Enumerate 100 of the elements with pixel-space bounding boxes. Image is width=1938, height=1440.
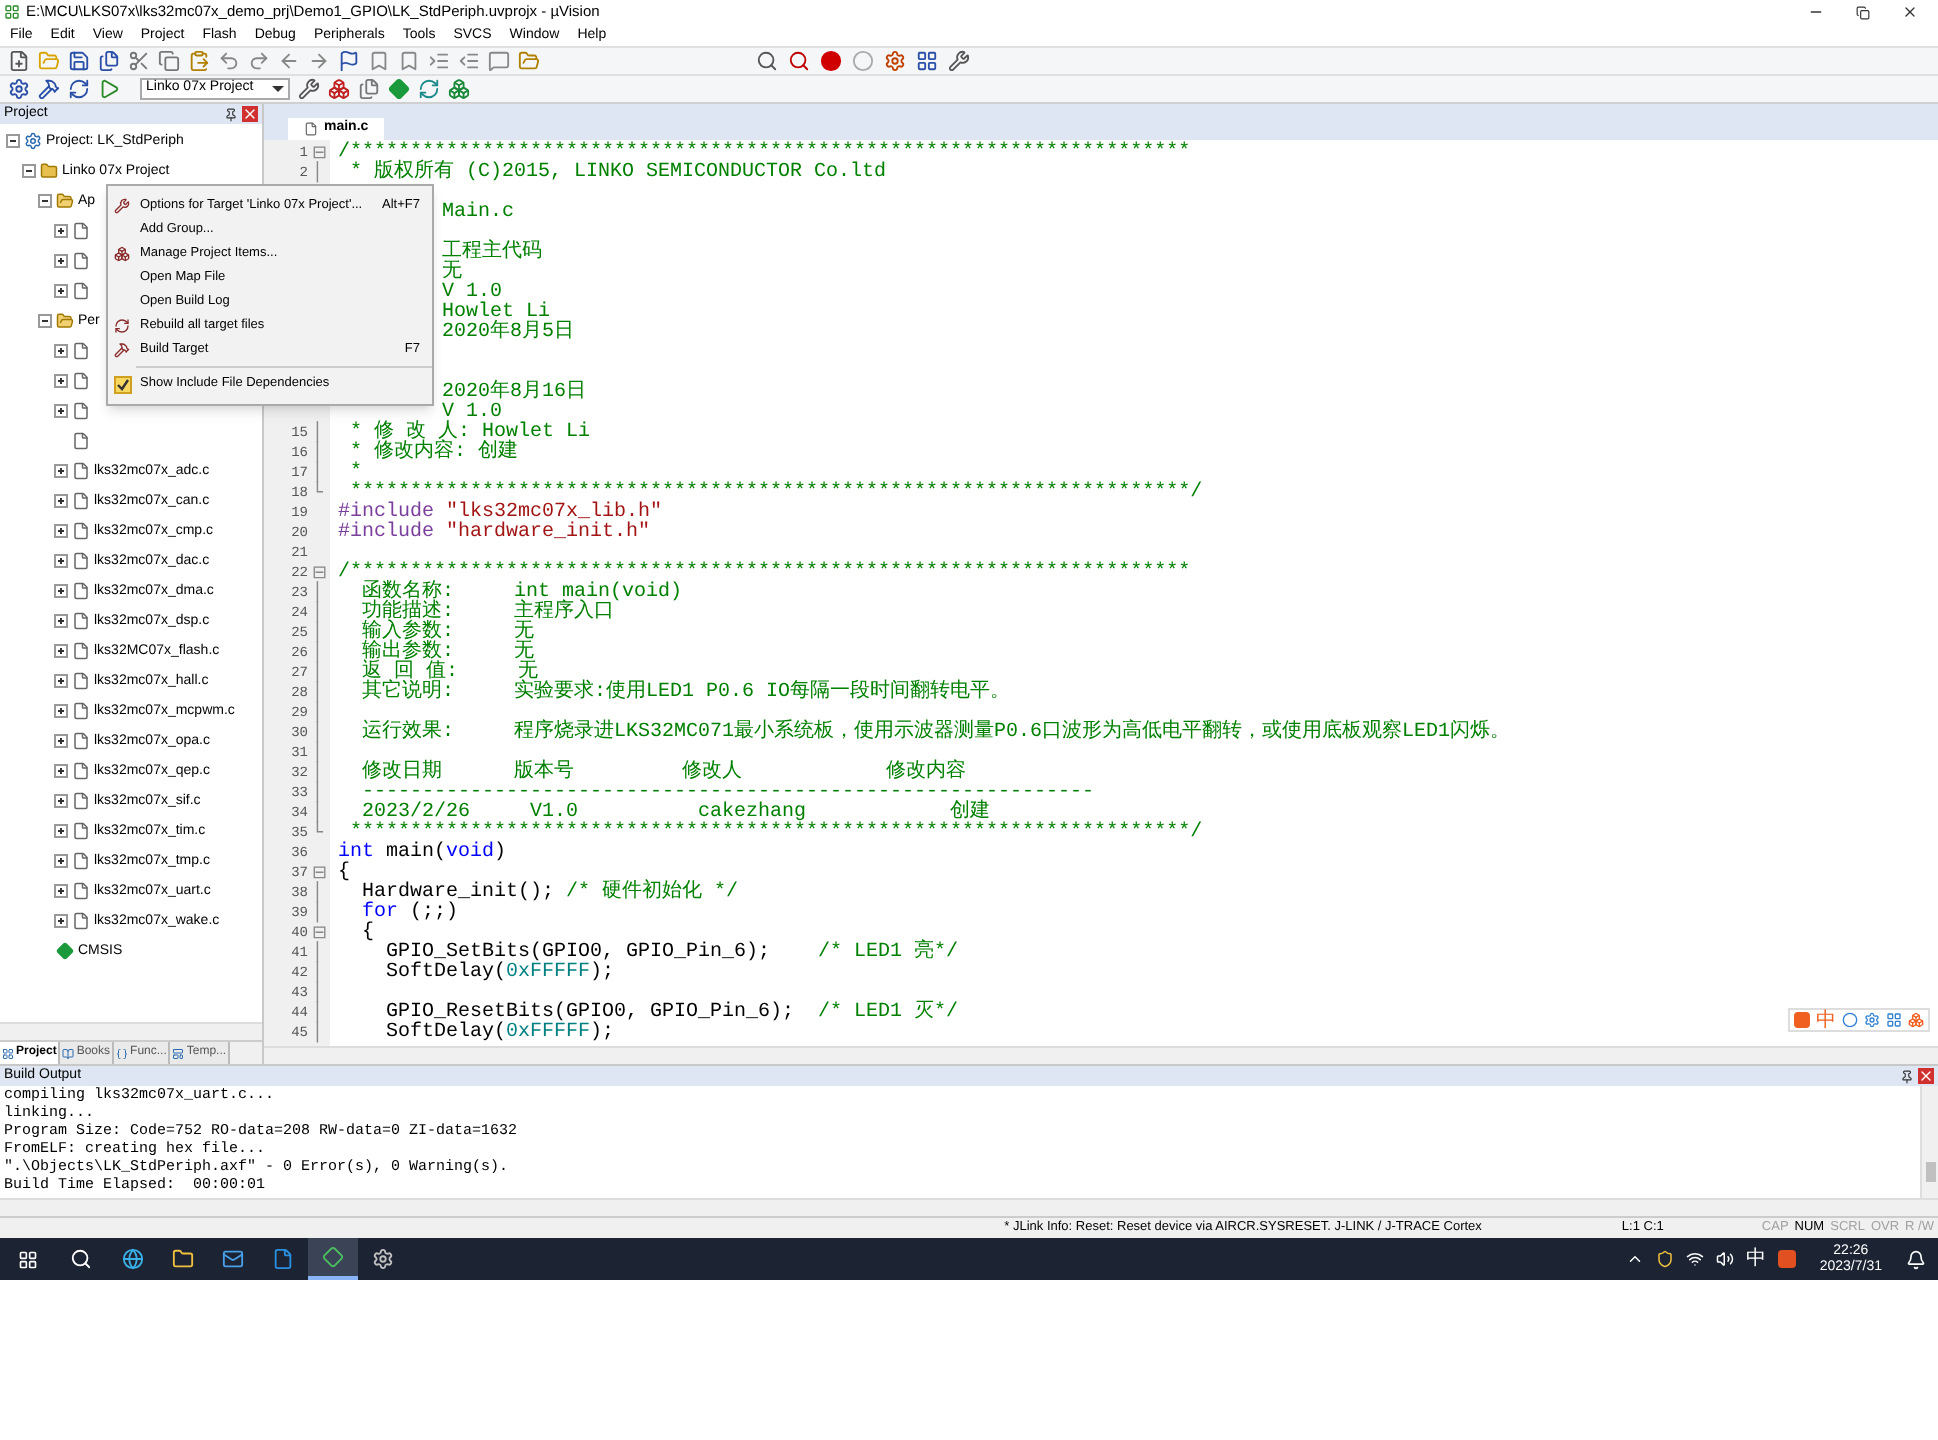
file-icon	[72, 282, 90, 300]
plus-box-icon[interactable]	[54, 794, 68, 808]
horizontal-scrollbar[interactable]	[0, 1022, 262, 1040]
plus-box-icon[interactable]	[54, 704, 68, 718]
code-line: GPIO_SetBits(GPIO0, GPIO_Pin_6); /* LED1 亮*/	[384, 942, 959, 964]
plus-box-icon[interactable]	[54, 224, 68, 238]
forward-icon[interactable]	[308, 50, 330, 72]
plus-box-icon[interactable]	[54, 854, 68, 868]
plus-box-icon[interactable]	[54, 494, 68, 508]
build-icon[interactable]	[38, 78, 60, 100]
plus-box-icon[interactable]	[54, 254, 68, 268]
component-icon[interactable]	[448, 78, 470, 100]
plus-box-icon[interactable]	[54, 344, 68, 358]
code-line: Hardware_init(); /* 硬件初始化 */	[360, 882, 739, 904]
file-icon	[72, 912, 90, 930]
diamond-icon	[56, 942, 74, 960]
plus-box-icon[interactable]	[54, 584, 68, 598]
arrows-icon[interactable]	[418, 78, 440, 100]
horizontal-scrollbar[interactable]	[0, 1198, 1938, 1216]
code-line: 2020年8月16日	[442, 382, 587, 404]
settings-icon[interactable]	[884, 50, 906, 72]
magnifier-icon[interactable]	[788, 50, 810, 72]
outdent-icon[interactable]	[458, 50, 480, 72]
plus-box-icon[interactable]	[54, 374, 68, 388]
dropdown-caret-icon	[272, 86, 284, 92]
indent-icon[interactable]	[428, 50, 450, 72]
bookmark-icon[interactable]	[368, 50, 390, 72]
search-icon[interactable]	[70, 1248, 92, 1270]
plus-box-icon[interactable]	[54, 824, 68, 838]
plus-box-icon[interactable]	[54, 674, 68, 688]
code-line: **********************************************************************/	[350, 822, 1203, 844]
file-icon	[72, 522, 90, 540]
folder-icon[interactable]	[518, 50, 540, 72]
plus-box-icon[interactable]	[54, 464, 68, 478]
save-icon[interactable]	[68, 50, 90, 72]
minus-box-icon[interactable]	[38, 194, 52, 208]
code-line: Main.c	[442, 202, 515, 224]
breakpoint-icon[interactable]	[820, 50, 842, 72]
input-mode[interactable]: 中	[1745, 1247, 1766, 1271]
bookmark-icon[interactable]	[398, 50, 420, 72]
volume-icon[interactable]	[1715, 1250, 1734, 1268]
file-icon	[72, 672, 90, 690]
minus-box-icon[interactable]	[22, 164, 36, 178]
plus-box-icon[interactable]	[54, 554, 68, 568]
build-icon	[114, 342, 130, 358]
vertical-scrollbar[interactable]	[1920, 1086, 1938, 1198]
file-icon	[72, 792, 90, 810]
code-line: #include "hardware_init.h"	[338, 522, 651, 544]
diamond-icon[interactable]	[388, 78, 410, 100]
plus-box-icon[interactable]	[54, 764, 68, 778]
code-line: SoftDelay(0xFFFFF);	[384, 962, 615, 984]
horizontal-scrollbar[interactable]	[264, 1046, 1938, 1064]
plus-box-icon[interactable]	[54, 734, 68, 748]
close-icon[interactable]	[1902, 4, 1918, 20]
file-icon	[72, 762, 90, 780]
network-icon[interactable]	[1685, 1250, 1704, 1268]
plus-box-icon[interactable]	[54, 614, 68, 628]
taskbar-app[interactable]	[308, 1238, 358, 1280]
new-file-icon[interactable]	[8, 50, 30, 72]
books-tab-icon	[62, 1047, 75, 1059]
comment-icon[interactable]	[488, 50, 510, 72]
settings-icon[interactable]	[1864, 1012, 1880, 1028]
code-line: * 修改内容: 创建	[348, 442, 519, 464]
plus-box-icon[interactable]	[54, 524, 68, 538]
file-icon	[72, 612, 90, 630]
minus-box-icon[interactable]	[6, 134, 20, 148]
manage-icon[interactable]	[328, 78, 350, 100]
save-all-icon[interactable]	[98, 50, 120, 72]
plus-box-icon[interactable]	[54, 884, 68, 898]
file-icon	[72, 462, 90, 480]
plus-box-icon[interactable]	[54, 404, 68, 418]
plus-box-icon[interactable]	[54, 644, 68, 658]
copy-icon[interactable]	[158, 50, 180, 72]
rebuild-icon[interactable]	[68, 78, 90, 100]
shield-icon[interactable]	[1655, 1250, 1674, 1268]
undo-icon[interactable]	[218, 50, 240, 72]
minus-box-icon[interactable]	[38, 314, 52, 328]
flag-icon[interactable]	[338, 50, 360, 72]
back-icon[interactable]	[278, 50, 300, 72]
notification-icon[interactable]	[1906, 1249, 1926, 1269]
file-icon	[72, 552, 90, 570]
file-icon	[72, 252, 90, 270]
file-icon	[72, 732, 90, 750]
chevron-up-icon[interactable]	[1625, 1250, 1644, 1268]
code-line: 2023/2/26 V1.0 cakezhang 创建	[362, 802, 991, 824]
find-icon[interactable]	[756, 50, 778, 72]
plus-box-icon[interactable]	[54, 914, 68, 928]
file-icon	[72, 882, 90, 900]
plus-box-icon[interactable]	[54, 284, 68, 298]
pin-icon[interactable]	[1900, 1069, 1914, 1083]
redo-icon[interactable]	[248, 50, 270, 72]
wrench-icon[interactable]	[948, 50, 970, 72]
code-line: GPIO_ResetBits(GPIO0, GPIO_Pin_6); /* LED1 灭*/	[384, 1002, 959, 1024]
code-line: #include "lks32mc07x_lib.h"	[338, 502, 663, 524]
restore-icon[interactable]	[1856, 5, 1870, 19]
pin-icon[interactable]	[224, 107, 238, 121]
file-icon	[72, 342, 90, 360]
cut-icon[interactable]	[128, 50, 150, 72]
folder-icon	[56, 312, 74, 330]
paste-icon[interactable]	[188, 50, 210, 72]
